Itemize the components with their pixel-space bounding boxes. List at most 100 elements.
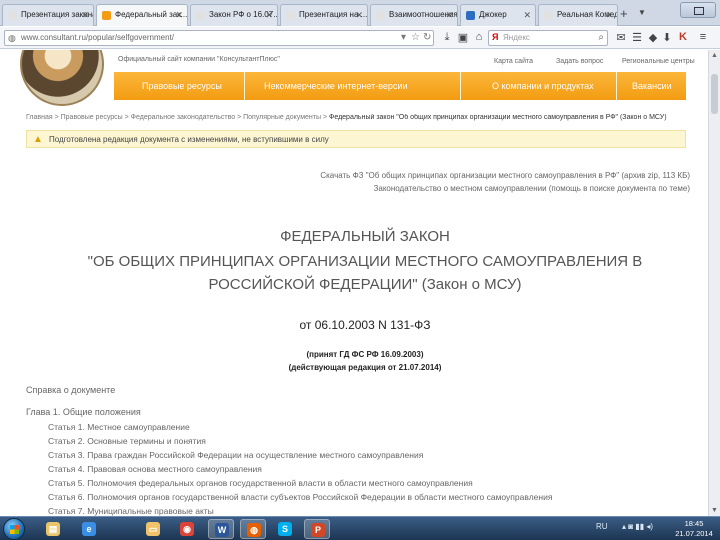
windows-taskbar: ▤ e ▭ ◉ W ◍ S P RU ▴ ◙ ▮▮ ◂) 18:45 21.07… [0,516,720,540]
powerpoint-icon: P [311,523,325,537]
browser-tab[interactable]: Реальная Комеди...✕ [538,4,618,26]
regional-centers-link[interactable]: Региональные центры [622,58,695,65]
system-clock[interactable]: 18:45 21.07.2014 [674,519,714,539]
word-icon: W [215,523,229,537]
firefox-icon: ◍ [247,523,261,537]
browser-tab[interactable]: Презентация закона ✕ [2,4,94,26]
taskbar-word-button[interactable]: W [208,519,234,539]
page-scrollbar[interactable]: ▲ ▼ [708,50,720,516]
tab-favicon-icon [286,11,295,20]
browser-tab-active[interactable]: Федеральный зак... ✕ [96,4,188,26]
address-text[interactable]: www.consultant.ru/popular/selfgovernment… [21,33,174,42]
taskbar-chrome-button[interactable]: ◉ [174,519,200,539]
tab-favicon-icon [102,11,111,20]
tab-label: Джокер [479,10,507,19]
official-site-label: Официальный сайт компании "КонсультантПл… [118,56,280,63]
tab-close-icon[interactable]: ✕ [355,10,363,21]
toc-article-link[interactable]: Статья 2. Основные термины и понятия [48,436,206,446]
scroll-up-arrow-icon[interactable]: ▲ [711,52,718,59]
taskbar-powerpoint-button[interactable]: P [304,519,330,539]
browser-tab[interactable]: Закон РФ о 16.07... ✕ [190,4,278,26]
tab-close-icon[interactable]: ✕ [175,10,183,21]
star-icon[interactable]: ☆ [411,32,420,43]
menu-item-vacancies[interactable]: Вакансии [632,81,672,91]
toc-article-link[interactable]: Статья 1. Местное самоуправление [48,422,190,432]
doc-name-line2: РОССИЙСКОЙ ФЕДЕРАЦИИ" (Закон о МСУ) [208,276,522,293]
reload-icon[interactable]: ↻ [423,32,431,43]
tab-close-icon[interactable]: ✕ [265,10,273,21]
ask-question-link[interactable]: Задать вопрос [556,58,603,65]
toc-article-link[interactable]: Статья 6. Полномочия органов государстве… [48,492,552,502]
taskbar-explorer-button[interactable]: ▤ [40,519,66,539]
related-legislation-link[interactable]: Законодательство о местном самоуправлени… [374,184,690,193]
taskbar-firefox-button[interactable]: ◍ [240,519,266,539]
download-link[interactable]: Скачать ФЗ "Об общих принципах организац… [320,171,690,180]
scroll-down-arrow-icon[interactable]: ▼ [711,507,718,514]
bookmarks-icon[interactable]: ☰ [630,31,644,45]
toc-article-link[interactable]: Статья 3. Права граждан Российской Федер… [48,450,423,460]
menu-icon[interactable]: ≡ [696,31,710,45]
skype-icon: S [278,522,292,536]
internet-explorer-icon: e [82,522,96,536]
menu-item-company[interactable]: О компании и продуктах [492,81,594,91]
menu-item-noncommercial[interactable]: Некоммерческие интернет-версии [264,81,407,91]
tab-close-icon[interactable]: ✕ [523,10,531,21]
sitemap-link[interactable]: Карта сайта [494,58,533,65]
document-info-link[interactable]: Справка о документе [26,385,115,395]
arrow-down-icon[interactable]: ⬇ [660,31,674,45]
search-icon[interactable]: ⌕ [598,32,604,43]
taskbar-ie-button[interactable]: e [76,519,102,539]
scrollbar-thumb[interactable] [711,74,718,114]
save-icon[interactable]: ▣ [456,31,470,45]
language-indicator[interactable]: RU [596,522,608,531]
doc-date-number: от 06.10.2003 N 131-ФЗ [299,318,431,332]
search-box[interactable]: Я Яндекс ⌕ [488,30,608,46]
tab-favicon-icon [376,11,385,20]
tab-close-icon[interactable]: ✕ [445,10,453,21]
search-placeholder: Яндекс [503,33,530,42]
address-bar[interactable]: ◍ www.consultant.ru/popular/selfgovernme… [4,30,434,46]
addon-icon[interactable]: ✉ [614,31,628,45]
share-icon[interactable]: ◆ [646,31,660,45]
navigation-toolbar: ◍ www.consultant.ru/popular/selfgovernme… [0,27,720,49]
browser-tab[interactable]: Взаимоотношения орг...✕ [370,4,458,26]
window-restore-button[interactable] [680,2,716,18]
tab-favicon-icon [8,11,17,20]
consultant-logo-icon[interactable] [20,50,104,106]
folder-icon: ▭ [146,522,160,536]
tab-close-icon[interactable]: ✕ [81,10,89,21]
new-tab-plus-icon[interactable]: + [620,6,628,21]
start-button[interactable] [3,518,25,540]
explorer-icon: ▤ [46,522,60,536]
tab-close-icon[interactable]: ✕ [605,10,613,21]
chapter-heading: Глава 1. Общие положения [26,407,141,417]
taskbar-skype-button[interactable]: S [272,519,298,539]
breadcrumb-current: Федеральный закон "Об общих принципах ор… [329,114,667,121]
toc-article-link[interactable]: Статья 4. Правовая основа местного самоу… [48,464,262,474]
breadcrumb-path[interactable]: Главная > Правовые ресурсы > Федеральное… [26,114,329,121]
home-icon[interactable]: ⌂ [472,31,486,45]
chrome-icon: ◉ [180,522,194,536]
clock-date: 21.07.2014 [675,529,713,538]
tab-strip: Презентация закона ✕ Федеральный зак... ✕ … [0,0,720,26]
doc-type-title: ФЕДЕРАЛЬНЫЙ ЗАКОН [280,228,450,245]
dropdown-arrow-icon[interactable]: ▾ [401,32,406,43]
toc-article-link[interactable]: Статья 5. Полномочия федеральных органов… [48,478,473,488]
tab-list-chevron-down-icon[interactable]: ▼ [638,8,646,17]
doc-edition: (действующая редакция от 21.07.2014) [288,363,442,372]
browser-tab[interactable]: Презентация на ... ✕ [280,4,368,26]
menu-item-legal-resources[interactable]: Правовые ресурсы [142,81,222,91]
site-identity-globe-icon[interactable]: ◍ [8,33,18,43]
clock-time: 18:45 [684,519,704,528]
yandex-logo-icon: Я [492,32,499,42]
warning-icon: ▲ [33,134,43,145]
browser-tab[interactable]: Джокер ✕ [460,4,536,26]
toc-article-link[interactable]: Статья 7. Муниципальные правовые акты [48,506,214,516]
tray-icons[interactable]: ▴ ◙ ▮▮ ◂) [622,522,653,531]
kaspersky-icon[interactable]: K [676,31,690,45]
taskbar-folder-button[interactable]: ▭ [140,519,166,539]
doc-adopted: (принят ГД ФС РФ 16.09.2003) [306,350,424,359]
warning-text: Подготовлена редакция документа с измене… [49,135,329,144]
download-arrow-icon[interactable]: ⤓ [440,31,454,45]
breadcrumb: Главная > Правовые ресурсы > Федеральное… [26,114,686,121]
